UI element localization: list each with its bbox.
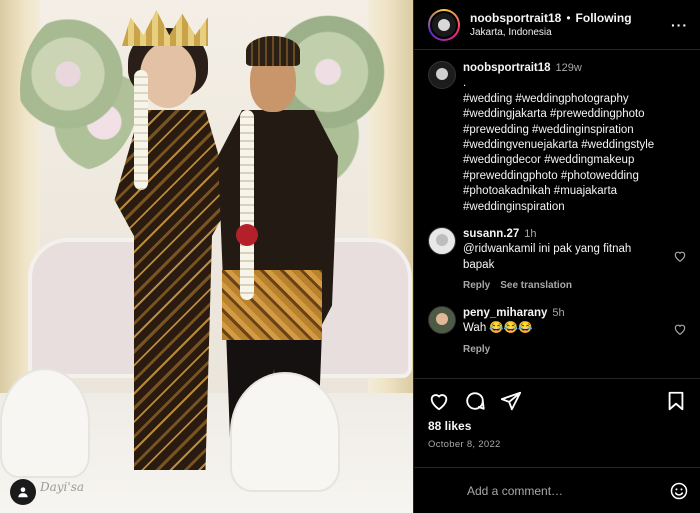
comments-list[interactable]: noobsportrait18 129w . #wedding #weddingp… <box>414 51 700 378</box>
separator-dot: • <box>566 11 571 25</box>
comment-icon[interactable] <box>464 390 486 412</box>
bookmark-icon[interactable] <box>665 390 687 412</box>
comment-like-heart-icon[interactable] <box>673 322 687 336</box>
add-comment-bar <box>414 467 700 513</box>
commenter-username[interactable]: susann.27 <box>463 228 519 240</box>
bride-jasmine-garland <box>134 70 148 190</box>
reply-button[interactable]: Reply <box>463 342 490 357</box>
see-translation-button[interactable]: See translation <box>500 278 572 293</box>
comment-time: 5h <box>552 306 565 319</box>
caption: noobsportrait18 129w . #wedding #weddingp… <box>428 61 687 215</box>
more-options-icon[interactable]: ··· <box>671 17 688 33</box>
caption-text: . #wedding #weddingphotography #weddingj… <box>463 77 655 213</box>
comment-like-heart-icon[interactable] <box>673 249 687 263</box>
author-username[interactable]: noobsportrait18 <box>470 11 561 25</box>
swan-decoration-right <box>230 372 340 492</box>
comment-time: 1h <box>524 228 537 241</box>
commenter-avatar[interactable] <box>428 305 456 334</box>
comment-input[interactable] <box>467 484 669 498</box>
post-photo[interactable]: Dayi'sa <box>0 0 413 513</box>
swan-decoration-left <box>0 368 90 478</box>
reply-button[interactable]: Reply <box>463 278 490 293</box>
user-tag-button[interactable] <box>10 479 36 505</box>
emoji-icon[interactable] <box>669 481 689 501</box>
likes-count[interactable]: 88 likes <box>414 419 700 433</box>
post-header: noobsportrait18 • Following Jakarta, Ind… <box>414 0 700 50</box>
caption-username[interactable]: noobsportrait18 <box>463 62 551 74</box>
comment-text: @ridwankamil ini pak yang fitnah bapak <box>463 243 632 271</box>
post-detail-panel: noobsportrait18 • Following Jakarta, Ind… <box>413 0 700 513</box>
caption-time: 129w <box>555 62 582 74</box>
post-date: October 8, 2022 <box>428 439 501 450</box>
groom-blangkon <box>246 36 300 66</box>
post-footer: 88 likes October 8, 2022 <box>414 378 700 500</box>
groom-red-flower <box>236 224 258 246</box>
caption-avatar[interactable] <box>428 61 456 89</box>
comment-item: susann.27 1h @ridwankamil ini pak yang fi… <box>428 227 687 294</box>
following-button[interactable]: Following <box>576 11 632 25</box>
user-tag-icon <box>18 487 28 498</box>
author-avatar[interactable] <box>428 8 460 41</box>
comment-item: peny_miharany 5h Wah 😂😂😂 Reply <box>428 305 687 357</box>
heart-icon[interactable] <box>428 390 450 412</box>
groom-jasmine-garland <box>240 110 254 300</box>
flower-arrangement-left <box>20 10 140 170</box>
action-bar <box>414 379 700 423</box>
share-icon[interactable] <box>500 390 522 412</box>
groom-batik-sarong <box>222 270 322 340</box>
bride-crown <box>122 10 208 46</box>
comment-text: Wah 😂😂😂 <box>463 322 533 335</box>
photo-signature: Dayi'sa <box>40 480 85 494</box>
post-location[interactable]: Jakarta, Indonesia <box>470 27 671 38</box>
bride-head <box>140 42 196 108</box>
commenter-username[interactable]: peny_miharany <box>463 307 547 319</box>
commenter-avatar[interactable] <box>428 227 456 256</box>
